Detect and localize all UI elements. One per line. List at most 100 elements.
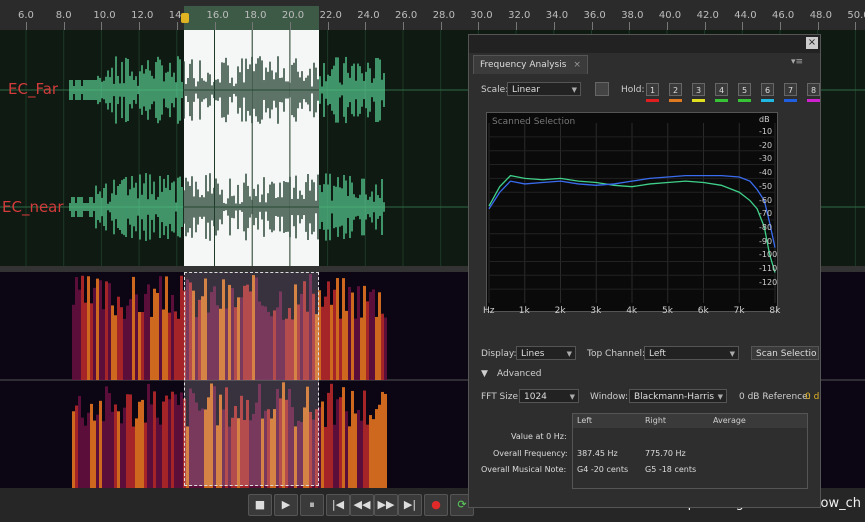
spectral-band [102,309,105,380]
pause-button[interactable]: ⏸ [300,494,324,516]
db-tick-label: -120 [759,277,778,287]
ruler-tick-label: 8.0 [55,10,72,21]
spectral-band [114,404,117,488]
spectral-band [126,305,129,380]
go-to-start-button[interactable]: |◀ [326,494,350,516]
ruler-tick [440,22,442,30]
overall-frequency-right: 775.70 Hz [645,449,686,458]
hold-label: Hold: [621,85,645,95]
ruler-tick [63,22,65,30]
spectral-band [138,312,141,380]
record-button[interactable]: ● [424,494,448,516]
hold-button[interactable]: 3 [692,83,705,96]
ruler-tick [817,22,819,30]
display-dropdown[interactable]: Lines ▼ [516,346,576,360]
spectral-band [120,423,123,488]
spectral-band [126,394,129,488]
playhead-marker[interactable] [181,13,189,23]
spectral-band [159,276,162,380]
ruler-tick [403,22,404,30]
spectral-band [87,276,90,380]
spectral-selection[interactable] [184,272,319,486]
fast-forward-button[interactable]: ▶▶ [374,494,398,516]
hold-color-swatch [784,99,797,102]
display-value: Lines [521,349,545,359]
hold-button[interactable]: 5 [738,83,751,96]
spectral-band [135,294,138,380]
tab-close-icon[interactable]: × [573,60,581,70]
scale-dropdown[interactable]: Linear ▼ [507,82,581,96]
ruler-tick [553,22,555,30]
top-channel-label: Top Channel: [587,349,646,359]
hold-color-swatch [669,99,682,102]
copy-icon[interactable] [595,82,609,96]
spectral-band [153,288,156,380]
spectral-band [96,278,99,380]
display-label: Display: [481,349,517,359]
play-button[interactable]: ▶ [274,494,298,516]
spectral-band [135,418,138,488]
top-channel-dropdown[interactable]: Left ▼ [644,346,739,360]
spectral-band [108,393,111,488]
frequency-analysis-panel: × Frequency Analysis × ▾≡ Scale: Linear ▼… [468,34,821,508]
fft-size-dropdown[interactable]: 1024 ▼ [519,389,579,403]
panel-menu-icon[interactable]: ▾≡ [791,57,803,67]
advanced-toggle-icon[interactable]: ▼ [481,369,488,379]
spectral-band [147,284,150,380]
close-icon[interactable]: × [806,37,818,49]
ruler-tick [101,22,103,30]
track-label-ec-near: EC_near [2,198,64,216]
ruler-tick [176,22,178,30]
spectral-band [339,318,342,380]
hold-button[interactable]: 8 [807,83,820,96]
db-tick-label: -90 [759,236,773,246]
ruler-tick [365,22,367,30]
db-tick-label: -70 [759,209,773,219]
fft-size-label: FFT Size: [481,392,522,402]
go-to-end-button[interactable]: ▶| [398,494,422,516]
spectral-band [165,276,168,380]
spectral-band [180,275,183,380]
advanced-label[interactable]: Advanced [497,369,541,379]
spectral-band [171,294,174,380]
hold-color-swatch [807,99,820,102]
window-dropdown[interactable]: Blackmann-Harris ▼ [629,389,727,403]
hold-button[interactable]: 4 [715,83,728,96]
timeline-ruler[interactable]: 6.0 8.0 10.0 12.0 14 16.0 18.0 20.0 22.0 24.0 26.0… [0,0,865,31]
spectral-band [129,299,132,380]
zero-db-reference-value[interactable]: 0 d [805,392,819,402]
spectral-band [147,383,150,488]
panel-title-bar[interactable]: × [469,35,820,53]
hold-button[interactable]: 6 [761,83,774,96]
hold-button[interactable]: 2 [669,83,682,96]
frequency-graph[interactable]: Scanned Selection [486,112,778,312]
spectral-band [81,275,84,380]
spectral-band [369,291,372,380]
stop-button[interactable]: ■ [248,494,272,516]
frequency-tick-label: 8k [769,306,781,316]
spectral-band [132,426,135,488]
ruler-tick [704,22,706,30]
ruler-tick-label: 42.0 [696,10,719,21]
spectral-band [87,412,90,488]
frequency-plot [488,123,776,303]
rewind-button[interactable]: ◀◀ [350,494,374,516]
spectral-band [150,404,153,488]
frequency-tick-label: Hz [483,306,495,316]
spectral-band [111,305,114,380]
hold-button[interactable]: 7 [784,83,797,96]
hold-button[interactable]: 1 [646,83,659,96]
scan-selection-button[interactable]: Scan Selectio [751,346,819,360]
spectral-band [363,390,366,488]
tab-frequency-analysis[interactable]: Frequency Analysis × [473,55,588,74]
hold-color-swatch [738,99,751,102]
spectral-band [180,392,183,488]
spectral-band [327,281,330,380]
spectral-band [90,403,93,488]
window-label: Window: [590,392,629,402]
spectral-band [345,411,348,488]
spectral-band [123,318,126,380]
spectral-band [159,424,162,488]
spectral-band [372,289,375,380]
row-label-overall-musical-note: Overall Musical Note: [481,465,567,474]
